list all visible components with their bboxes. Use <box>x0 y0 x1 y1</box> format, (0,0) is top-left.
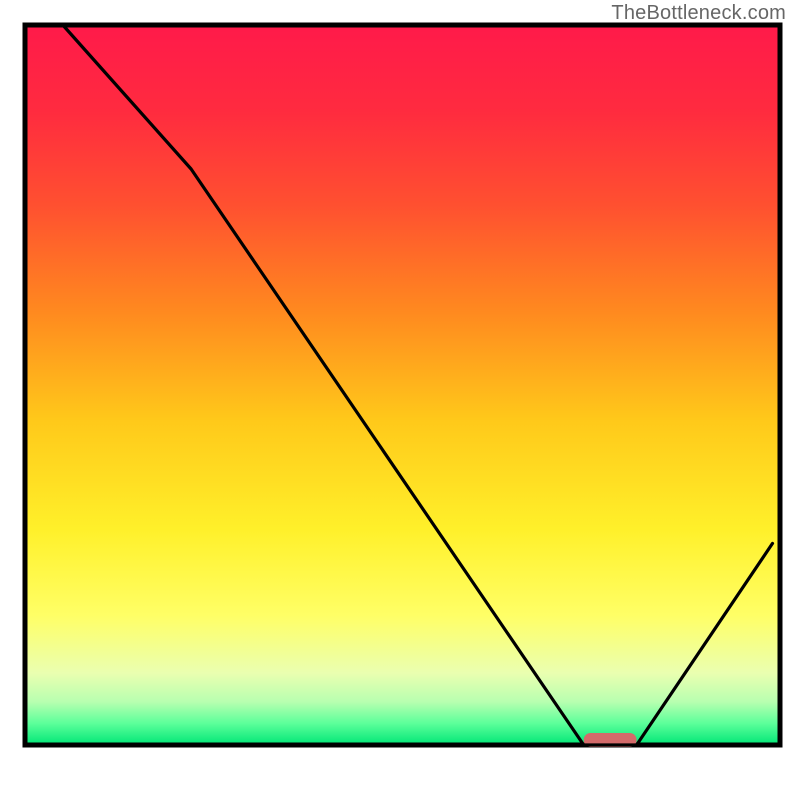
plot-area <box>25 25 780 745</box>
chart-svg <box>0 0 800 800</box>
chart-container: { "watermark": "TheBottleneck.com", "cha… <box>0 0 800 800</box>
watermark-text: TheBottleneck.com <box>611 2 786 25</box>
